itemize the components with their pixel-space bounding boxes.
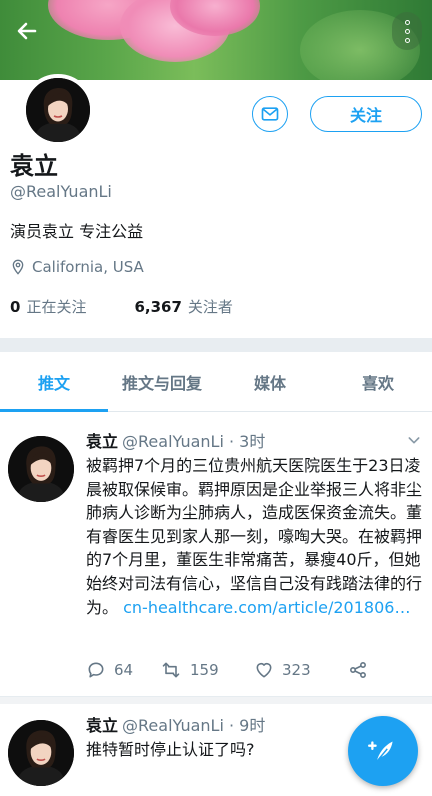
following-label[interactable]: 正在关注 [26,296,86,317]
tweet-body: 被羁押7个月的三位贵州航天医院医生于23日凌晨被取保候审。羁押原因是企业举报三人… [86,456,423,617]
retweet-action[interactable]: 159 [160,660,254,680]
following-count[interactable]: 0 [10,298,20,316]
back-button[interactable] [10,14,44,48]
tweet-link[interactable]: cn-healthcare.com/article/201806… [123,598,410,617]
compose-feather-icon [368,741,393,763]
like-action[interactable]: 323 [254,660,348,680]
tweet-author-handle[interactable]: @RealYuanLi [122,432,224,451]
location-pin-icon [12,259,24,275]
tweet-body: 推特暂时停止认证了吗? [86,740,255,759]
arrow-left-icon [17,22,37,40]
tweet-author-name[interactable]: 袁立 [86,716,118,735]
retweet-count: 159 [190,661,219,679]
share-action[interactable] [348,660,368,680]
more-options-button[interactable] [392,12,422,50]
profile-avatar[interactable] [22,74,94,146]
follow-button[interactable]: 关注 [310,96,422,132]
profile-stats: 0 正在关注 6,367 关注者 [10,296,233,317]
profile-bio: 演员袁立 专注公益 [10,222,144,241]
tweet-time: · 9时 [228,716,266,735]
tweet-divider [0,696,432,704]
vertical-dots-icon [404,19,410,25]
profile-location: California, USA [10,258,144,276]
tweet-menu-button[interactable] [406,432,422,452]
heart-icon [256,662,272,678]
tweet-avatar[interactable] [8,720,74,786]
tab-media[interactable]: 媒体 [216,352,324,411]
location-text: California, USA [32,258,144,276]
followers-label[interactable]: 关注者 [188,296,233,317]
profile-display-name: 袁立 [10,152,58,180]
tweet-time: · 3时 [228,432,266,451]
tweet-actions: 64 159 323 [86,660,368,680]
tab-tweets[interactable]: 推文 [0,352,108,412]
tweet-text: 被羁押7个月的三位贵州航天医院医生于23日凌晨被取保候审。羁押原因是企业举报三人… [86,454,422,619]
tweet-author-handle[interactable]: @RealYuanLi [122,716,224,735]
profile-tabs: 推文 推文与回复 媒体 喜欢 [0,352,432,412]
profile-banner [0,0,432,80]
share-icon [350,662,366,678]
tweet-header: 袁立 @RealYuanLi · 3时 [86,428,265,452]
tab-tweets-and-replies[interactable]: 推文与回复 [108,352,216,411]
envelope-icon [261,107,279,121]
like-count: 323 [282,661,311,679]
reply-action[interactable]: 64 [86,660,160,680]
tab-likes[interactable]: 喜欢 [324,352,432,411]
tweet-avatar[interactable] [8,436,74,502]
profile-handle: @RealYuanLi [10,182,112,201]
message-button[interactable] [252,96,288,132]
compose-tweet-button[interactable] [348,716,418,786]
chevron-down-icon [408,437,420,444]
retweet-icon [162,662,180,678]
section-separator [0,338,432,352]
tweet-header: 袁立 @RealYuanLi · 9时 [86,712,265,736]
reply-count: 64 [114,661,134,679]
followers-count[interactable]: 6,367 [134,298,181,316]
reply-icon [88,662,104,678]
tweet-author-name[interactable]: 袁立 [86,432,118,451]
tweet-item[interactable]: 袁立 @RealYuanLi · 3时 被羁押7个月的三位贵州航天医院医生于23日… [0,428,432,696]
